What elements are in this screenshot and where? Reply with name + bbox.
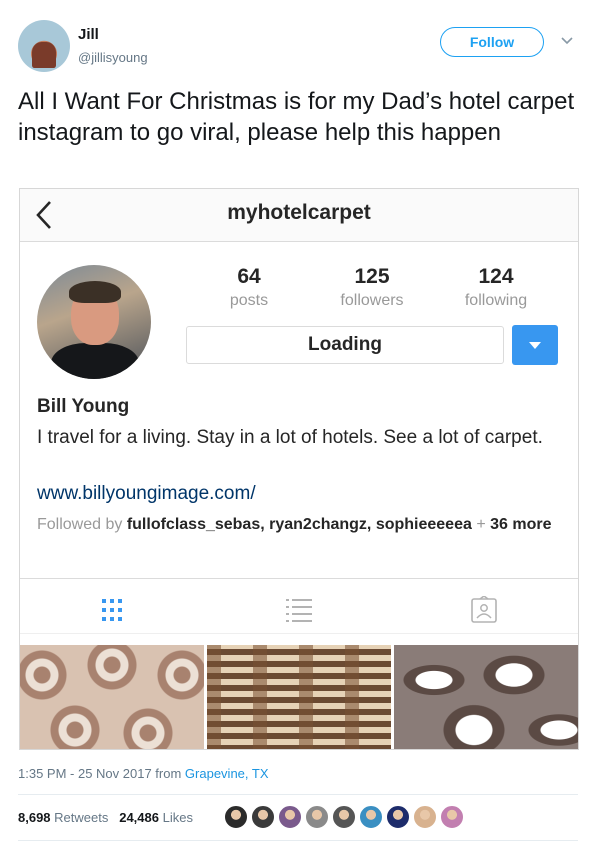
profile-website: www.billyoungimage.com/ (37, 483, 256, 504)
tweet-timestamp: 1:35 PM - 25 Nov 2017 from Grapevine, TX (18, 766, 269, 781)
profile-photo (37, 265, 151, 379)
stat-value: 125 (354, 265, 390, 288)
stat-posts: 64 posts (194, 265, 304, 310)
tagged-photos-icon (471, 596, 497, 623)
carpet-photo (394, 645, 578, 749)
profile-name: Bill Young (37, 396, 130, 417)
instagram-screenshot[interactable]: myhotelcarpet 64 posts 125 followers 124… (19, 188, 579, 750)
author-avatar[interactable] (18, 20, 70, 72)
divider (18, 840, 578, 841)
dropdown-arrow-button (512, 325, 558, 365)
liker-avatar[interactable] (278, 805, 302, 829)
stat-label: following (464, 292, 528, 309)
liker-avatar[interactable] (305, 805, 329, 829)
liker-avatar[interactable] (224, 805, 248, 829)
stat-value: 124 (478, 265, 514, 288)
liker-avatar[interactable] (440, 805, 464, 829)
stat-label: posts (229, 292, 269, 309)
list-icon (286, 599, 312, 622)
timestamp-text: 1:35 PM - 25 Nov 2017 from (18, 766, 185, 781)
retweets-label[interactable]: Retweets (54, 810, 108, 825)
liker-avatar[interactable] (413, 805, 437, 829)
author-name[interactable]: Jill (78, 26, 99, 43)
followed-by-more: 36 more (490, 516, 552, 533)
liker-avatar[interactable] (359, 805, 383, 829)
follow-button[interactable]: Follow (440, 27, 544, 57)
tweet-text: All I Want For Christmas is for my Dad’s… (18, 88, 575, 146)
likes-label[interactable]: Likes (163, 810, 193, 825)
liker-avatar[interactable] (386, 805, 410, 829)
retweets-count[interactable]: 8,698 (18, 810, 51, 825)
profile-bio: I travel for a living. Stay in a lot of … (37, 427, 543, 448)
carpet-photo (20, 645, 204, 749)
chevron-down-icon[interactable] (559, 32, 575, 48)
grid-icon (102, 599, 122, 621)
stat-following: 124 following (441, 265, 551, 310)
author-handle[interactable]: @jillisyoung (78, 50, 148, 65)
likes-count[interactable]: 24,486 (119, 810, 159, 825)
stat-followers: 125 followers (317, 265, 427, 310)
stat-label: followers (340, 292, 404, 309)
loading-button: Loading (186, 326, 504, 364)
instagram-username: myhotelcarpet (227, 201, 371, 224)
followed-by-users: fullofclass_sebas, ryan2changz, sophieee… (126, 516, 472, 533)
liker-avatar[interactable] (251, 805, 275, 829)
location-link[interactable]: Grapevine, TX (185, 766, 269, 781)
carpet-photo-overlay (207, 645, 391, 749)
followed-by: Followed by fullofclass_sebas, ryan2chan… (37, 516, 552, 533)
stat-value: 64 (237, 265, 261, 288)
followed-by-prefix: Followed by (37, 516, 127, 533)
divider (18, 794, 578, 795)
liker-avatar[interactable] (332, 805, 356, 829)
engagement-stats: 8,698 Retweets 24,486 Likes (18, 810, 193, 825)
